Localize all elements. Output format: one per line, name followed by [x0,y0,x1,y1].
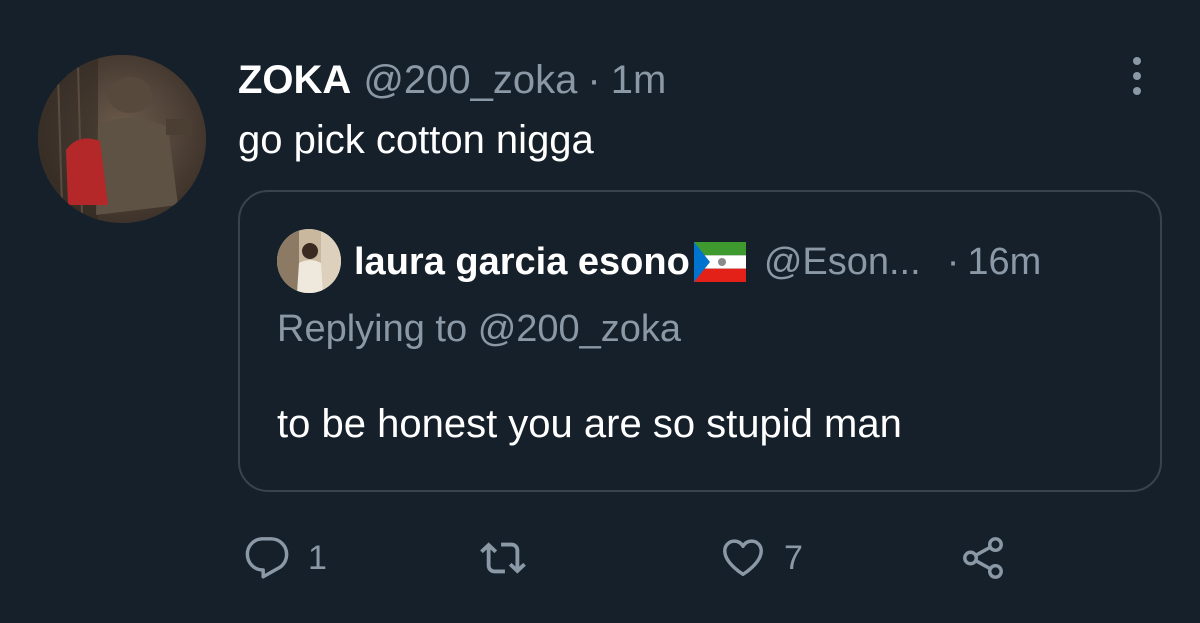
quoted-text: to be honest you are so stupid man [277,402,902,446]
equatorial-guinea-flag-icon [693,242,746,282]
more-vertical-icon [1133,57,1141,95]
retweet-icon [480,542,526,574]
quoted-tweet[interactable]: laura garcia esono @Eson... · 16m Replyi… [238,190,1162,492]
author-display-name[interactable]: ZOKA [238,58,351,103]
tweet-card[interactable]: ZOKA @200_zoka · 1m go pick cotton nigga… [0,0,1200,623]
quoted-display-name: laura garcia esono [354,240,690,283]
tweet-header: ZOKA @200_zoka · 1m [238,50,666,110]
heart-icon [723,539,763,577]
replying-prefix: Replying to [277,308,468,350]
like-count: 7 [784,538,803,577]
reply-icon [245,537,289,579]
quoted-handle: @Eson... [763,240,921,283]
quoted-header: laura garcia esono @Eson... · 16m [354,232,1041,292]
share-button[interactable] [960,528,1006,588]
quoted-timestamp: 16m [967,240,1042,283]
retweet-button[interactable] [480,528,526,588]
more-options-button[interactable] [1124,55,1150,99]
header-separator: · [587,57,601,102]
avatar-image [38,55,206,223]
author-avatar[interactable] [38,55,206,223]
action-bar: 1 7 [244,528,1044,588]
tweet-text: go pick cotton nigga [238,118,594,162]
like-button[interactable]: 7 [720,528,803,588]
share-icon [963,537,1003,579]
quoted-separator: · [946,240,960,283]
quoted-author-avatar [277,229,341,293]
reply-count: 1 [308,538,327,577]
reply-button[interactable]: 1 [244,528,327,588]
tweet-timestamp[interactable]: 1m [611,58,667,103]
quoted-avatar-image [277,229,341,293]
replying-to-line: Replying to @200_zoka [277,308,681,351]
author-handle[interactable]: @200_zoka [363,58,577,103]
replying-handle[interactable]: @200_zoka [478,308,681,350]
